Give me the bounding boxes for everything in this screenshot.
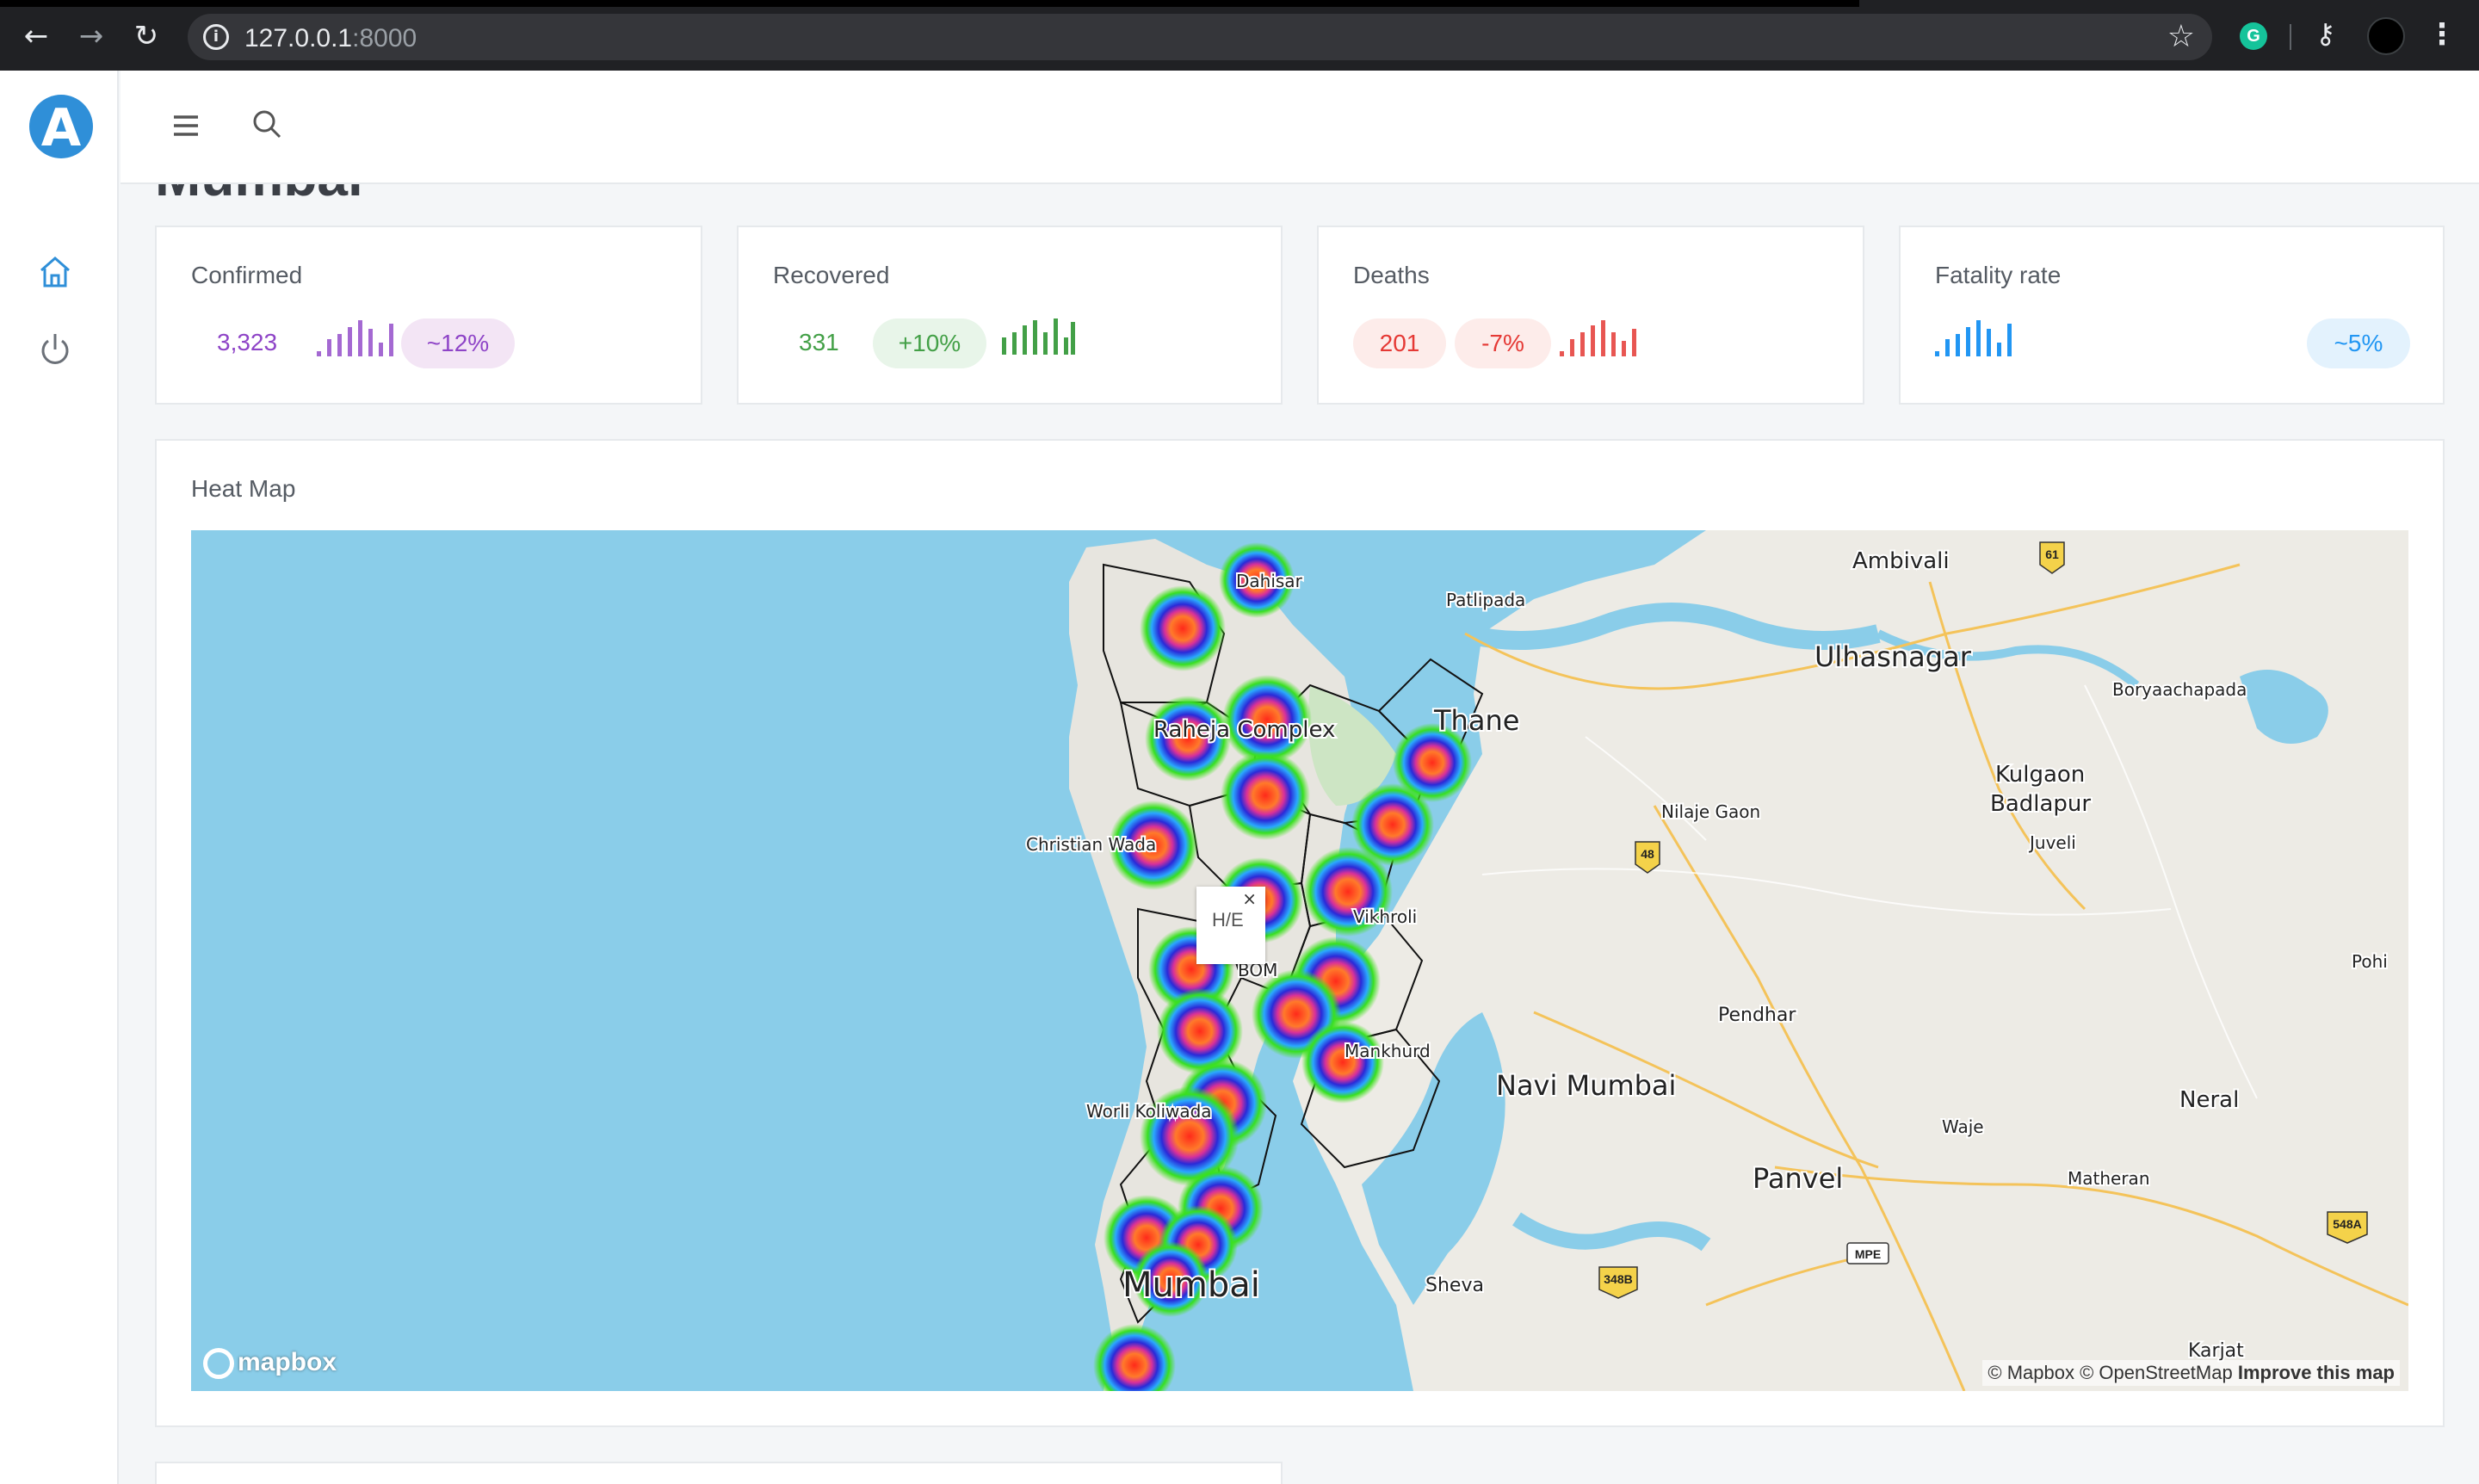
shield-348b: 348B: [1604, 1272, 1632, 1286]
app-topbar: [121, 71, 2479, 184]
search-icon[interactable]: [250, 107, 284, 141]
key-icon[interactable]: ⚷: [2315, 17, 2335, 50]
label-raheja: Raheja Complex: [1153, 717, 1335, 743]
label-neral: Neral: [2179, 1087, 2239, 1113]
url-host: 127.0.0.1: [244, 24, 353, 53]
label-nilaje: Nilaje Gaon: [1661, 801, 1760, 822]
label-thane: Thane: [1433, 704, 1519, 737]
label-juveli: Juveli: [2028, 832, 2076, 853]
home-icon[interactable]: [34, 251, 76, 293]
confirmed-label: Confirmed: [191, 262, 303, 288]
recovered-label: Recovered: [773, 262, 890, 288]
recovered-sparkline: [1002, 318, 1075, 355]
info-icon[interactable]: i: [203, 24, 229, 50]
label-karjat: Karjat: [2188, 1340, 2244, 1362]
label-boryaachapada: Boryaachapada: [2112, 679, 2247, 700]
label-panvel: Panvel: [1753, 1162, 1843, 1195]
url-text[interactable]: 127.0.0.1:8000: [244, 24, 417, 53]
label-navimumbai: Navi Mumbai: [1496, 1069, 1676, 1102]
heatmap-map[interactable]: 61 48 348B MPE 548A Dahisar Raheja Compl…: [191, 530, 2408, 1391]
app-logo[interactable]: A: [29, 95, 93, 158]
deaths-value: 201: [1353, 318, 1446, 368]
next-card: [155, 1462, 1283, 1484]
url-port: :8000: [352, 24, 417, 53]
mapbox-logo-icon: [203, 1348, 234, 1379]
popup-close-icon[interactable]: ×: [1242, 888, 1257, 909]
label-dahisar: Dahisar: [1236, 571, 1303, 591]
deaths-label: Deaths: [1353, 262, 1430, 288]
label-badlapur: Badlapur: [1990, 791, 2091, 817]
label-patlipada: Patlipada: [1446, 590, 1525, 610]
shield-48: 48: [1641, 847, 1654, 861]
label-kulgaon: Kulgaon: [1995, 762, 2085, 788]
confirmed-value: 3,323: [217, 329, 278, 356]
label-ambivali: Ambivali: [1852, 548, 1950, 574]
label-worli: Worli Koliwada: [1086, 1101, 1212, 1122]
label-pendhar: Pendhar: [1718, 1005, 1796, 1026]
map-attribution: © Mapbox © OpenStreetMap Improve this ma…: [1982, 1360, 2400, 1386]
shield-548a: 548A: [2333, 1217, 2361, 1231]
power-icon[interactable]: [34, 329, 76, 370]
shield-61: 61: [2045, 547, 2059, 561]
label-waje: Waje: [1942, 1116, 1984, 1137]
label-mumbai: Mumbai: [1122, 1265, 1260, 1305]
confirmed-card: Confirmed 3,323 ~12%: [155, 226, 702, 405]
label-vikhroli: Vikhroli: [1353, 906, 1417, 927]
reload-icon[interactable]: ↻: [129, 19, 164, 53]
deaths-sparkline: [1560, 320, 1636, 356]
mapbox-logo-text: mapbox: [238, 1347, 337, 1376]
forward-arrow-icon[interactable]: →: [74, 19, 108, 53]
recovered-change-badge: +10%: [873, 318, 986, 368]
browser-toolbar: ← → ↻ i 127.0.0.1:8000 ☆ G ⚷ ⋮: [0, 0, 2479, 71]
deaths-change-badge: -7%: [1455, 318, 1551, 368]
fatality-label: Fatality rate: [1935, 262, 2062, 288]
label-pohi: Pohi: [2352, 951, 2388, 972]
hamburger-menu-icon[interactable]: [170, 110, 201, 141]
back-arrow-icon[interactable]: ←: [19, 19, 53, 53]
attribution-text[interactable]: © Mapbox © OpenStreetMap: [1988, 1362, 2232, 1383]
map-canvas[interactable]: 61 48 348B MPE 548A Dahisar Raheja Compl…: [191, 530, 2408, 1391]
popup-ward-label: H/E: [1212, 909, 1244, 931]
app-sidebar: A: [0, 71, 119, 1484]
tab-strip: [0, 0, 1859, 7]
toolbar-divider: [2290, 24, 2291, 50]
browser-menu-icon[interactable]: ⋮: [2427, 17, 2457, 52]
recovered-card: Recovered 331 +10%: [737, 226, 1283, 405]
grammarly-extension-icon[interactable]: G: [2240, 22, 2267, 50]
deaths-card: Deaths 201 -7%: [1317, 226, 1864, 405]
profile-avatar[interactable]: [2367, 17, 2405, 55]
map-popup: × H/E: [1196, 887, 1265, 964]
fatality-change-badge: ~5%: [2307, 318, 2410, 368]
bookmark-star-icon[interactable]: ☆: [2167, 19, 2195, 54]
address-bar[interactable]: i 127.0.0.1:8000 ☆: [188, 14, 2212, 60]
confirmed-change-badge: ~12%: [401, 318, 515, 368]
recovered-value: 331: [799, 329, 839, 356]
label-matheran: Matheran: [2068, 1168, 2150, 1189]
fatality-card: Fatality rate ~5%: [1899, 226, 2445, 405]
label-mankhurd: Mankhurd: [1345, 1041, 1431, 1061]
confirmed-sparkline: [317, 320, 393, 356]
heatmap-title: Heat Map: [191, 475, 296, 502]
improve-map-link[interactable]: Improve this map: [2238, 1362, 2395, 1383]
label-christian: Christian Wada: [1026, 834, 1156, 855]
shield-mpe: MPE: [1855, 1247, 1881, 1261]
label-ulhasnagar: Ulhasnagar: [1814, 640, 1972, 673]
label-sheva: Sheva: [1425, 1275, 1484, 1296]
mapbox-logo[interactable]: mapbox: [203, 1348, 337, 1379]
fatality-sparkline: [1935, 320, 2012, 356]
